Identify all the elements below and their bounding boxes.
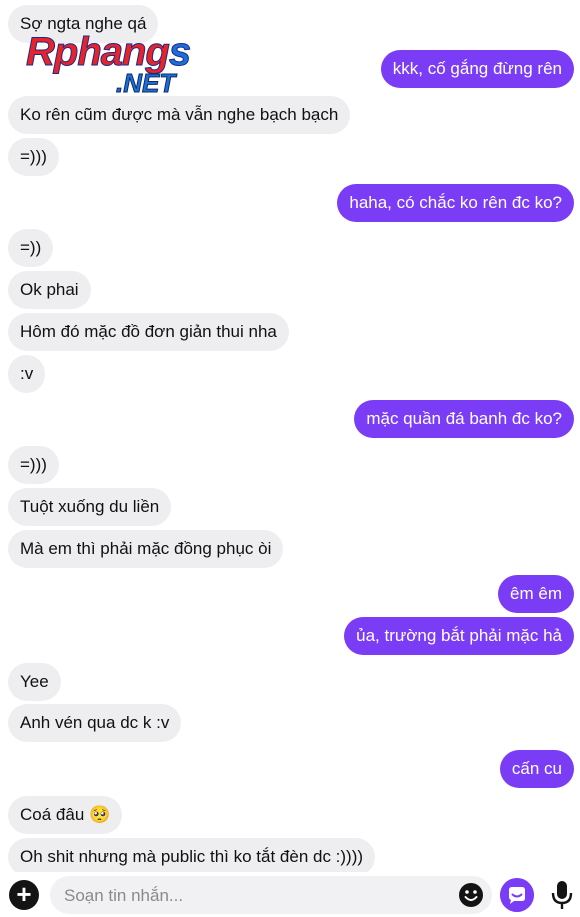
plus-circle-icon[interactable]: + (9, 880, 39, 910)
message-composer: + (0, 872, 580, 917)
message-outgoing: cấn cu (499, 750, 574, 788)
watermark-suffix: .NET (115, 68, 176, 99)
message-incoming: Yee (8, 663, 61, 701)
message-incoming: :v (8, 355, 46, 393)
message-outgoing: kkk, cố gắng đừng rên (380, 50, 574, 88)
message-incoming: =))) (8, 446, 59, 484)
message-incoming: Tuột xuống du liền (8, 488, 172, 526)
chatbot-icon[interactable] (500, 878, 534, 912)
message-input[interactable] (62, 876, 450, 916)
smiley-icon[interactable] (458, 882, 484, 908)
message-incoming: =))) (8, 138, 59, 176)
message-incoming: Hôm đó mặc đồ đơn giản thui nha (8, 313, 289, 351)
microphone-icon[interactable] (550, 880, 574, 910)
message-incoming: Mà em thì phải mặc đồng phục òi (8, 530, 284, 568)
message-field[interactable] (50, 876, 492, 916)
message-outgoing: êm êm (498, 575, 574, 613)
message-outgoing: haha, có chắc ko rên đc ko? (337, 184, 574, 222)
message-incoming: =)) (8, 229, 54, 267)
message-incoming: Ko rên cũm được mà vẫn nghe bạch bạch (8, 96, 351, 134)
message-outgoing: mặc quần đá banh đc ko? (354, 400, 574, 438)
message-incoming: Anh vén qua dc k :v (8, 704, 182, 742)
watermark-logo: Rphangs .NET (26, 30, 206, 99)
message-incoming: Oh shit nhưng mà public thì ko tắt đèn d… (8, 838, 376, 876)
message-incoming: Ok phai (8, 271, 91, 309)
message-outgoing: ủa, trường bắt phải mặc hả (344, 617, 574, 655)
message-list: Sợ ngta nghe qá kkk, cố gắng đừng rên Ko… (0, 0, 580, 876)
message-incoming: Coá đâu 🥺 (8, 796, 123, 834)
